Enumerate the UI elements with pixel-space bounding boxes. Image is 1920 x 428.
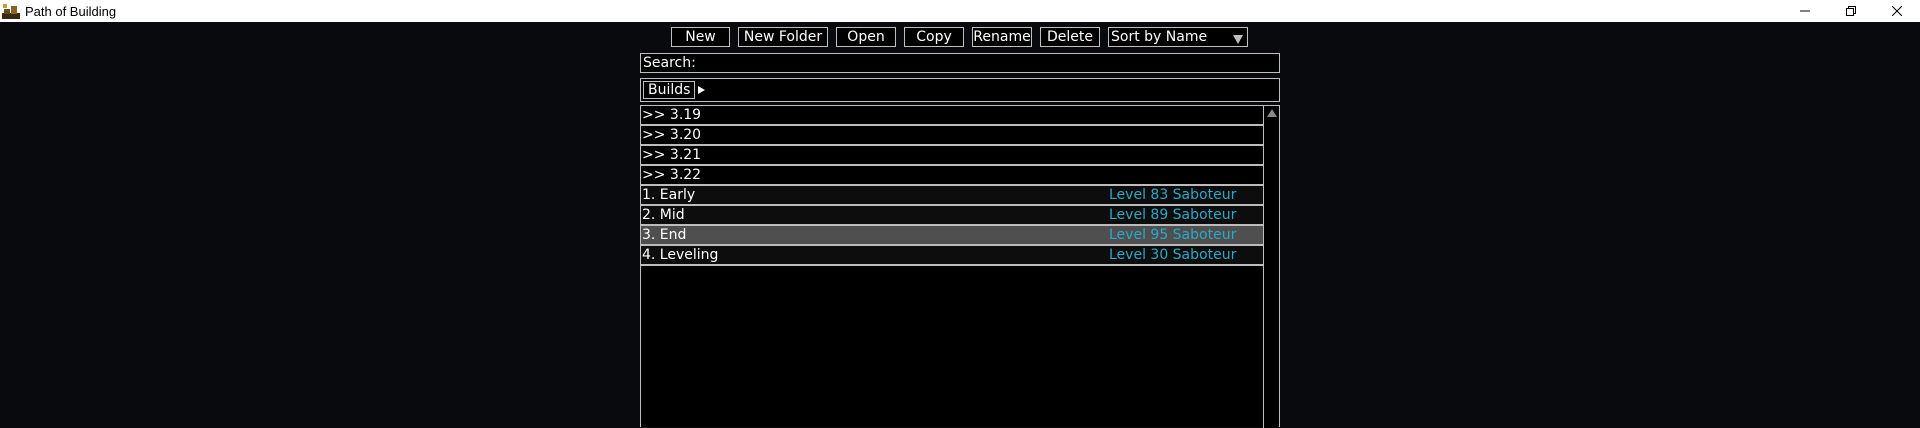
delete-button[interactable]: Delete — [1040, 27, 1100, 47]
dropdown-arrow-icon — [1233, 32, 1243, 48]
build-level-class: Level 95 Saboteur — [1109, 227, 1237, 243]
scroll-up-arrow-icon[interactable] — [1267, 109, 1277, 117]
minimize-button[interactable] — [1782, 0, 1828, 22]
close-button[interactable] — [1874, 0, 1920, 22]
toolbar: New New Folder Open Copy Rename Delete S… — [671, 27, 1248, 47]
build-row[interactable]: 4. Leveling Level 30 Saboteur — [641, 246, 1263, 266]
folder-row[interactable]: >> 3.19 — [641, 106, 1263, 126]
build-level-class: Level 83 Saboteur — [1109, 187, 1237, 203]
new-folder-button[interactable]: New Folder — [738, 27, 828, 47]
build-name: 3. End — [642, 227, 687, 243]
search-field[interactable]: Search: — [640, 53, 1280, 73]
folder-row[interactable]: >> 3.20 — [641, 126, 1263, 146]
breadcrumb: Builds — [640, 78, 1280, 102]
build-level-class: Level 89 Saboteur — [1109, 207, 1237, 223]
folder-name: >> 3.22 — [642, 167, 702, 183]
build-row-selected[interactable]: 3. End Level 95 Saboteur — [641, 226, 1263, 246]
vertical-scrollbar[interactable] — [1263, 106, 1279, 428]
folder-row[interactable]: >> 3.21 — [641, 146, 1263, 166]
copy-button[interactable]: Copy — [904, 27, 964, 47]
open-button[interactable]: Open — [836, 27, 896, 47]
title-bar: Path of Building — [0, 0, 1920, 22]
search-input[interactable] — [695, 55, 1279, 71]
build-name: 2. Mid — [642, 207, 685, 223]
sort-dropdown[interactable]: Sort by Name — [1108, 27, 1248, 47]
folder-name: >> 3.21 — [642, 147, 702, 163]
breadcrumb-builds-button[interactable]: Builds — [643, 81, 696, 99]
folder-row[interactable]: >> 3.22 — [641, 166, 1263, 186]
window-title: Path of Building — [25, 3, 117, 19]
build-level-class: Level 30 Saboteur — [1109, 247, 1237, 263]
search-label: Search: — [643, 55, 696, 71]
build-list: >> 3.19 >> 3.20 >> 3.21 >> 3.22 1. Early… — [640, 105, 1280, 428]
build-name: 1. Early — [642, 187, 696, 203]
build-row[interactable]: 2. Mid Level 89 Saboteur — [641, 206, 1263, 226]
sort-dropdown-value: Sort by Name — [1111, 29, 1208, 45]
breadcrumb-arrow-icon — [698, 86, 706, 94]
build-name: 4. Leveling — [642, 247, 719, 263]
app-logo-icon — [2, 3, 20, 19]
window-controls — [1782, 0, 1920, 22]
restore-button[interactable] — [1828, 0, 1874, 22]
build-list-screen: New New Folder Open Copy Rename Delete S… — [0, 22, 1920, 428]
rename-button[interactable]: Rename — [972, 27, 1032, 47]
folder-name: >> 3.19 — [642, 107, 702, 123]
new-button[interactable]: New — [671, 27, 730, 47]
folder-name: >> 3.20 — [642, 127, 702, 143]
build-row[interactable]: 1. Early Level 83 Saboteur — [641, 186, 1263, 206]
